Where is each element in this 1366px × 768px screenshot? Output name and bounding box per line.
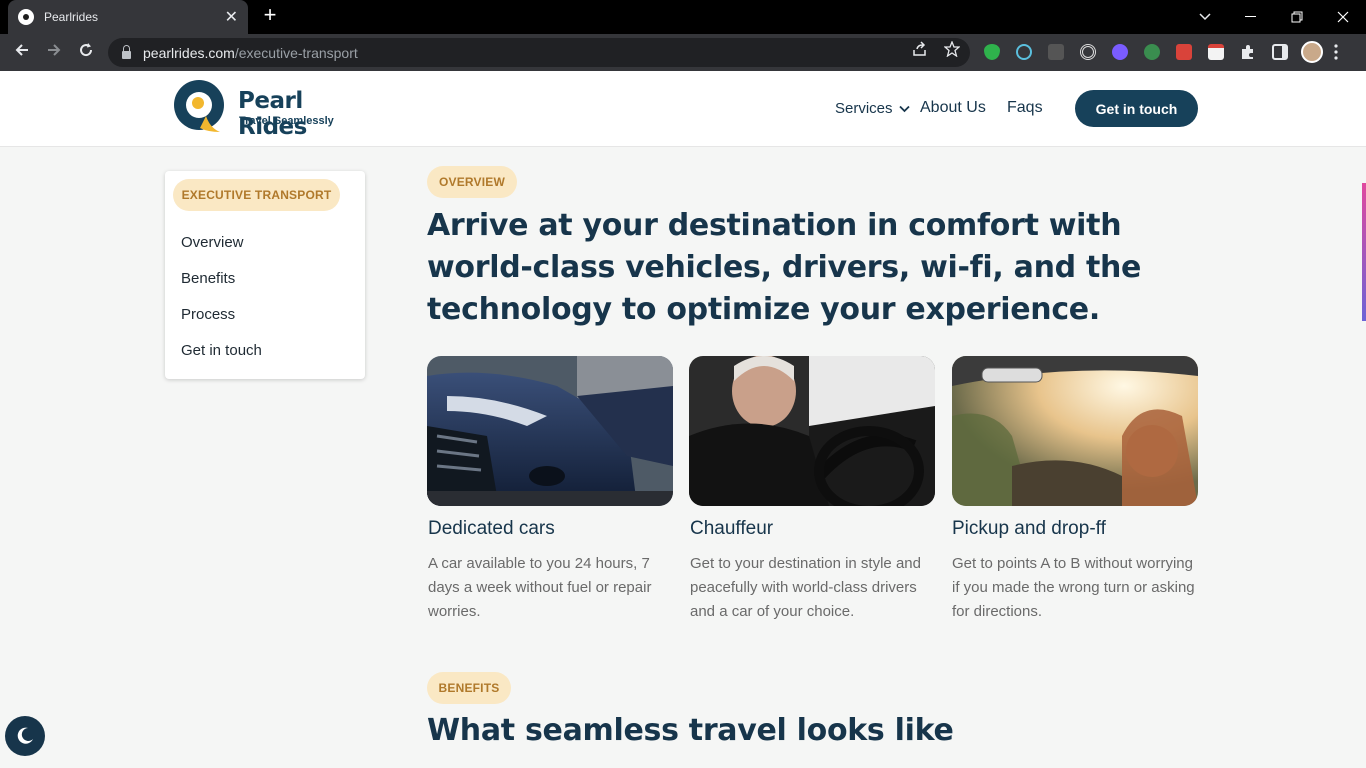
benefits-badge: BENEFITS [427,672,511,704]
lock-icon [122,44,131,59]
logo-name: Pearl Rides [238,88,307,140]
bookmark-star-icon[interactable] [943,40,961,60]
address-bar[interactable]: pearlrides.com/executive-transport [108,38,970,67]
close-window-icon[interactable] [1320,0,1366,34]
dark-mode-toggle[interactable] [5,716,45,756]
profile-avatar[interactable] [1301,41,1323,63]
pickup-dropoff-image [952,356,1198,506]
reload-icon[interactable] [74,40,98,64]
dedicated-cars-title: Dedicated cars [428,518,555,539]
chevron-down-icon [899,105,910,113]
url-host: pearlrides.com [143,44,235,61]
browser-tab-bar: Pearlrides ✕ + [0,0,1366,34]
pickup-dropoff-title: Pickup and drop-ff [952,518,1106,539]
dedicated-cars-description: A car available to you 24 hours, 7 days … [428,555,652,620]
red-extension-icon[interactable] [1176,44,1192,60]
overview-badge: OVERVIEW [427,166,517,198]
globe-extension-icon[interactable] [1144,44,1160,60]
browser-toolbar: pearlrides.com/executive-transport [0,34,1366,71]
sidebar-item-process[interactable]: Process [181,306,235,323]
forward-icon[interactable] [42,40,66,64]
gear-extension-icon[interactable] [1112,44,1128,60]
dedicated-cars-image [427,356,673,506]
get-in-touch-button[interactable]: Get in touch [1075,90,1198,127]
site-favicon-icon [18,9,34,25]
nav-services[interactable]: Services [835,100,910,117]
chauffeur-description: Get to your destination in style and pea… [690,555,921,620]
tab-search-icon[interactable] [1182,0,1228,34]
extension-icon[interactable] [1048,44,1064,60]
chauffeur-title: Chauffeur [690,518,774,539]
sidebar-item-benefits[interactable]: Benefits [181,270,235,287]
sidebar-card: EXECUTIVE TRANSPORT Overview Benefits Pr… [165,171,365,379]
sidebar-item-get-in-touch[interactable]: Get in touch [181,342,262,359]
benefits-heading: What seamless travel looks like [427,713,954,748]
pearl-logo-icon [174,80,224,132]
moon-icon [17,727,33,744]
menu-kebab-icon[interactable] [1334,44,1338,60]
browser-tab[interactable]: Pearlrides ✕ [8,0,248,34]
overview-heading: Arrive at your destination in comfort wi… [427,208,1142,327]
puzzle-icon[interactable] [1240,44,1256,60]
side-panel-icon[interactable] [1272,44,1288,60]
close-tab-icon[interactable]: ✕ [225,7,238,27]
logo-tagline: Travel Seamlessly [239,115,334,127]
chauffeur-image [689,356,935,506]
notes-extension-icon[interactable] [1208,44,1224,60]
target-extension-icon[interactable] [1080,44,1096,60]
new-tab-button[interactable]: + [258,4,282,28]
nav-about[interactable]: About Us [920,99,986,117]
executive-transport-badge: EXECUTIVE TRANSPORT [173,179,340,211]
nav-services-label: Services [835,100,893,117]
shield-extension-icon[interactable] [984,44,1000,60]
share-icon[interactable] [912,41,928,60]
react-extension-icon[interactable] [1016,44,1032,60]
url-path: /executive-transport [234,44,358,61]
sidebar-item-overview[interactable]: Overview [181,234,244,251]
restore-icon[interactable] [1274,0,1320,34]
tab-title: Pearlrides [44,10,99,24]
scrollbar-thumb[interactable] [1362,183,1366,321]
back-icon[interactable] [10,40,34,64]
pickup-dropoff-description: Get to points A to B without worrying if… [952,555,1195,620]
site-header: Pearl Rides Travel Seamlessly Services A… [0,71,1366,147]
nav-faqs[interactable]: Faqs [1007,99,1043,117]
minimize-icon[interactable] [1228,0,1274,34]
logo[interactable]: Pearl Rides Travel Seamlessly [170,76,370,140]
